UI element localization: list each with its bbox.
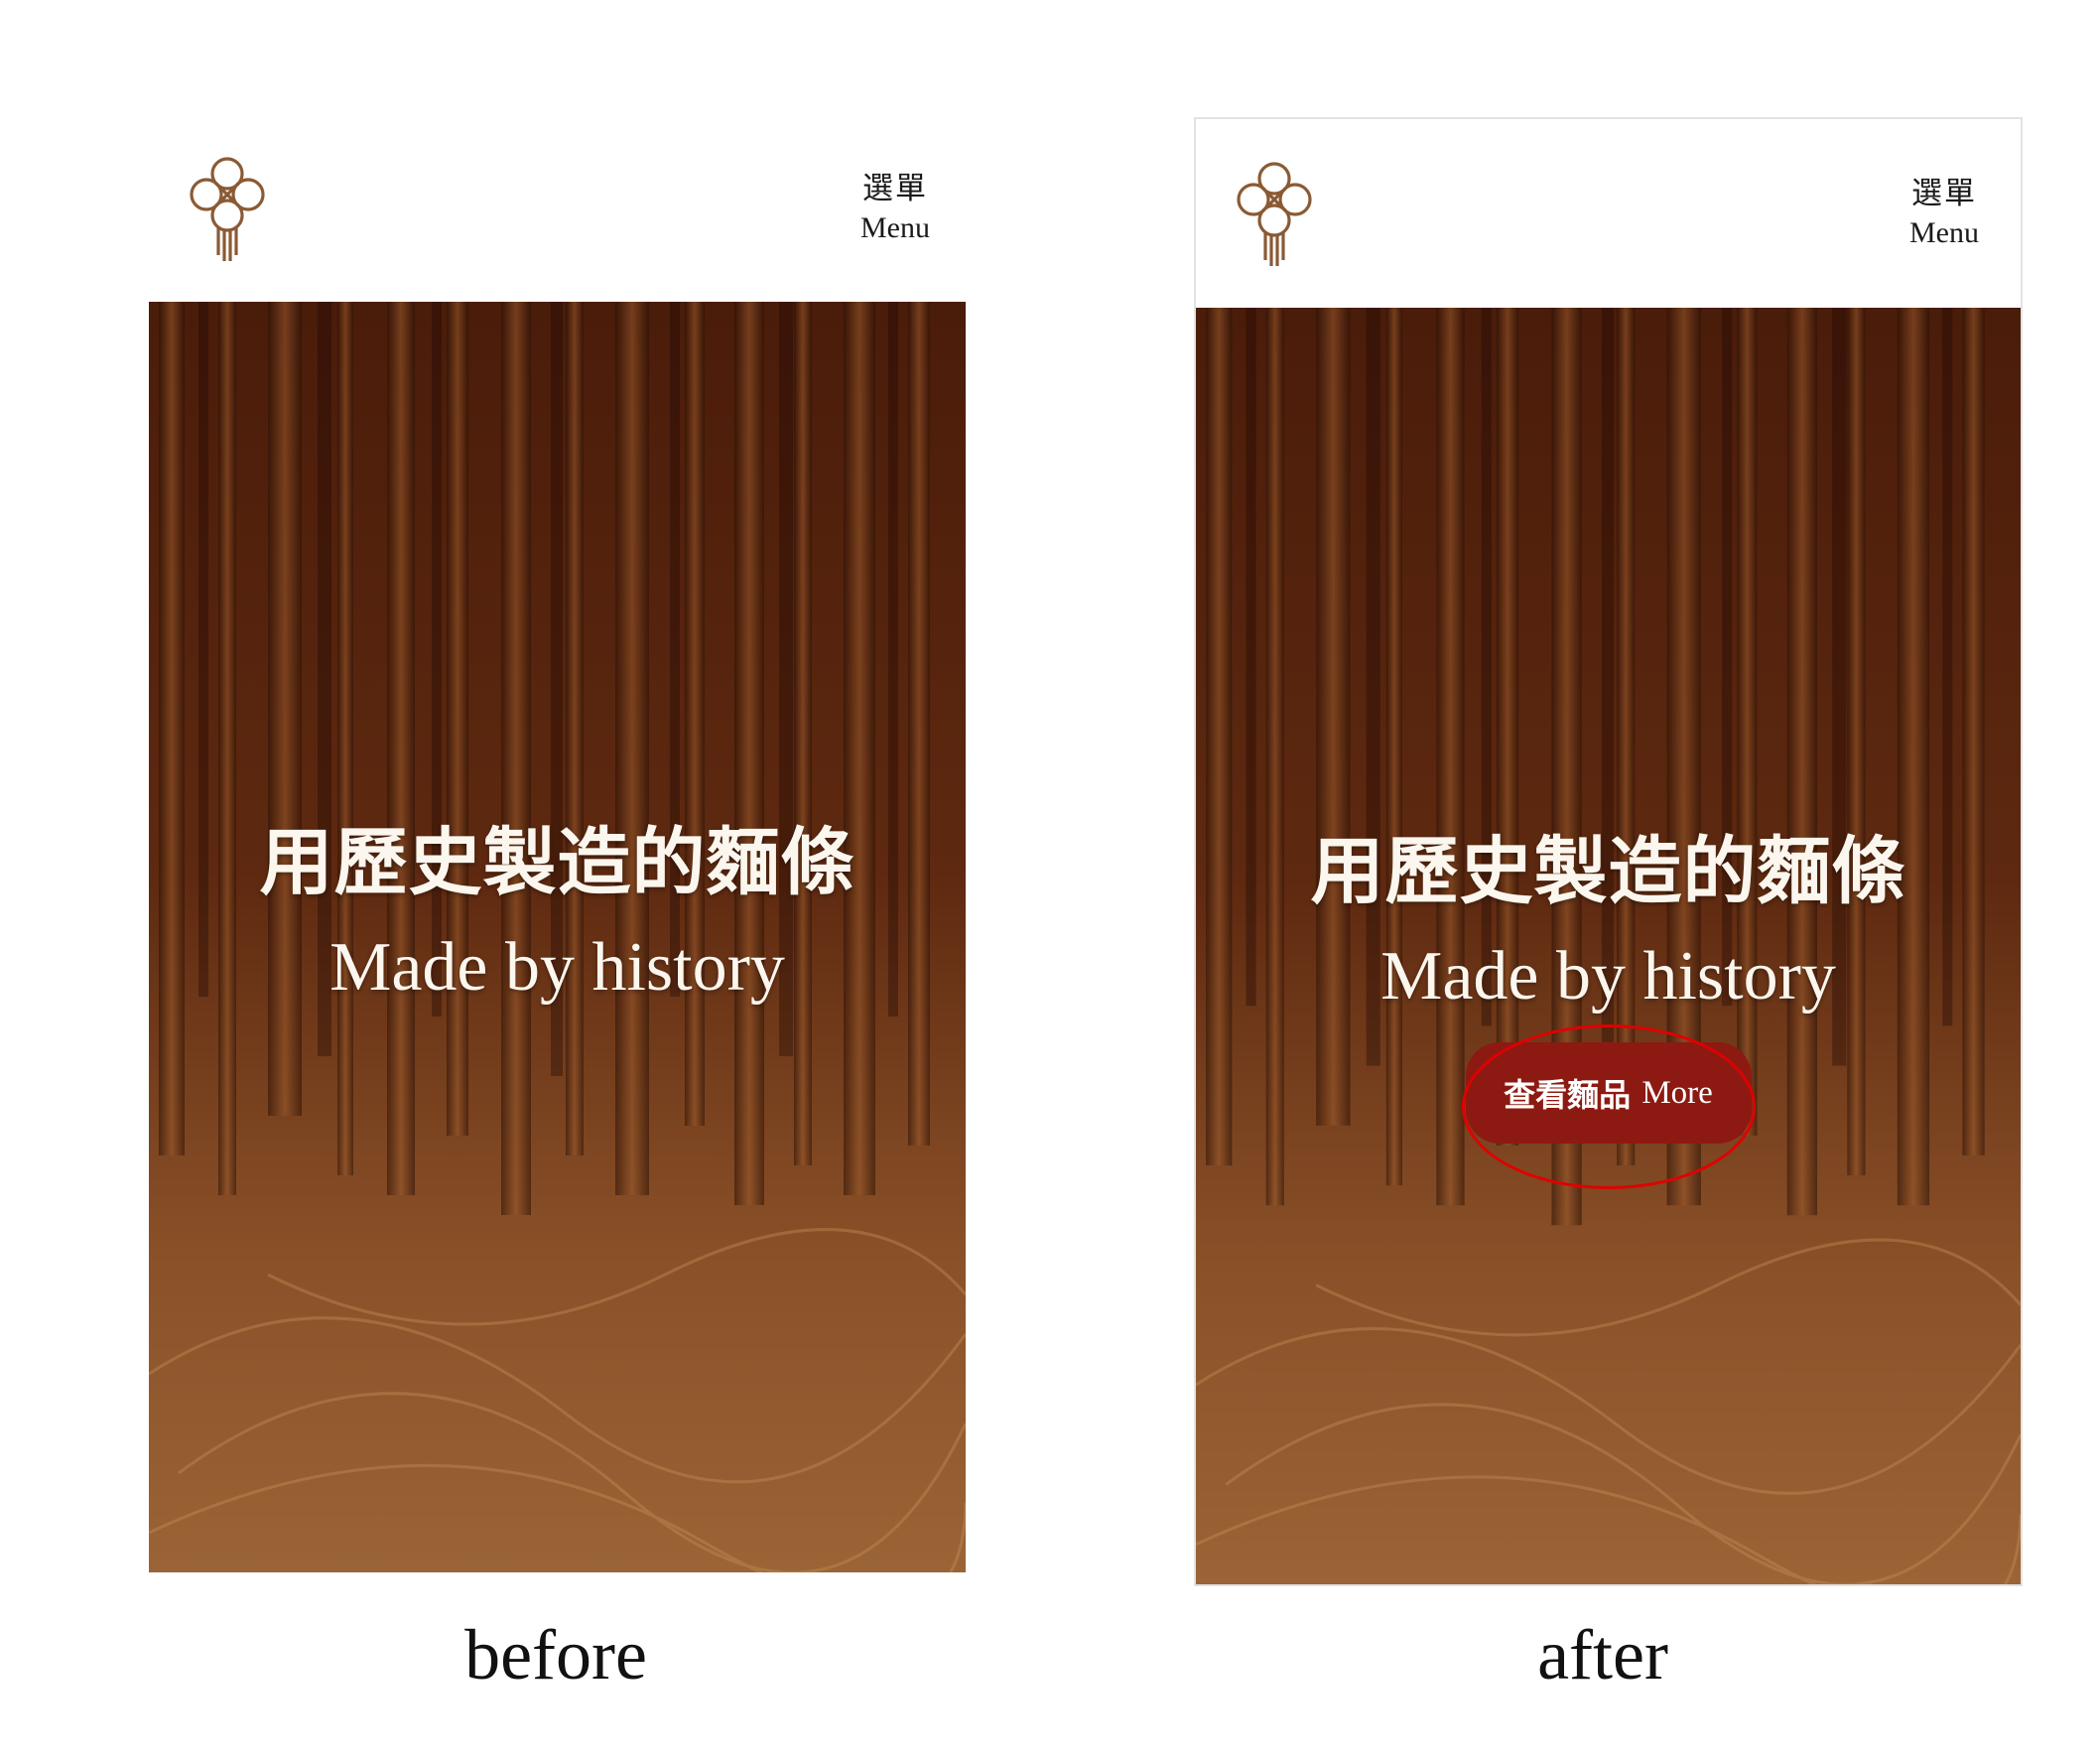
- hero-title-en: Made by history: [329, 929, 785, 1006]
- hero-title-en: Made by history: [1380, 938, 1836, 1015]
- phone-before: 選單 Menu 用歷史製造的麵條 Made by history: [149, 115, 966, 1572]
- menu-button[interactable]: 選單 Menu: [1909, 174, 1979, 253]
- comparison-stage: 選單 Menu 用歷史製造的麵條 Made by history 選單 Menu…: [0, 0, 2100, 1763]
- hero-title-zh: 用歷史製造的麵條: [1310, 829, 1906, 914]
- caption-after: after: [1537, 1615, 1668, 1695]
- menu-label-zh: 選單: [1911, 176, 1977, 211]
- knot-logo-icon[interactable]: [185, 152, 270, 265]
- hero-headline: 用歷史製造的麵條 Made by history: [149, 813, 966, 1016]
- knot-logo-icon[interactable]: [1232, 157, 1317, 270]
- view-noodles-more-button[interactable]: 查看麵品 More: [1465, 1042, 1752, 1144]
- hero-headline: 用歷史製造的麵條 Made by history: [1196, 822, 2021, 1024]
- hero-title-zh: 用歷史製造的麵條: [259, 820, 855, 905]
- caption-before: before: [464, 1615, 647, 1695]
- site-header: 選單 Menu: [149, 115, 966, 302]
- menu-button[interactable]: 選單 Menu: [860, 169, 930, 248]
- cta-label-en: More: [1641, 1074, 1713, 1111]
- menu-label-en: Menu: [860, 211, 930, 244]
- menu-label-en: Menu: [1909, 216, 1979, 249]
- site-header: 選單 Menu: [1196, 119, 2021, 308]
- hero-banner: 用歷史製造的麵條 Made by history 查看麵品 More: [1196, 308, 2021, 1584]
- menu-label-zh: 選單: [862, 171, 928, 206]
- hero-banner: 用歷史製造的麵條 Made by history: [149, 302, 966, 1572]
- phone-after: 選單 Menu 用歷史製造的麵條 Made by history 查看麵品 Mo…: [1194, 117, 2023, 1586]
- cta-label-zh: 查看麵品: [1504, 1076, 1632, 1114]
